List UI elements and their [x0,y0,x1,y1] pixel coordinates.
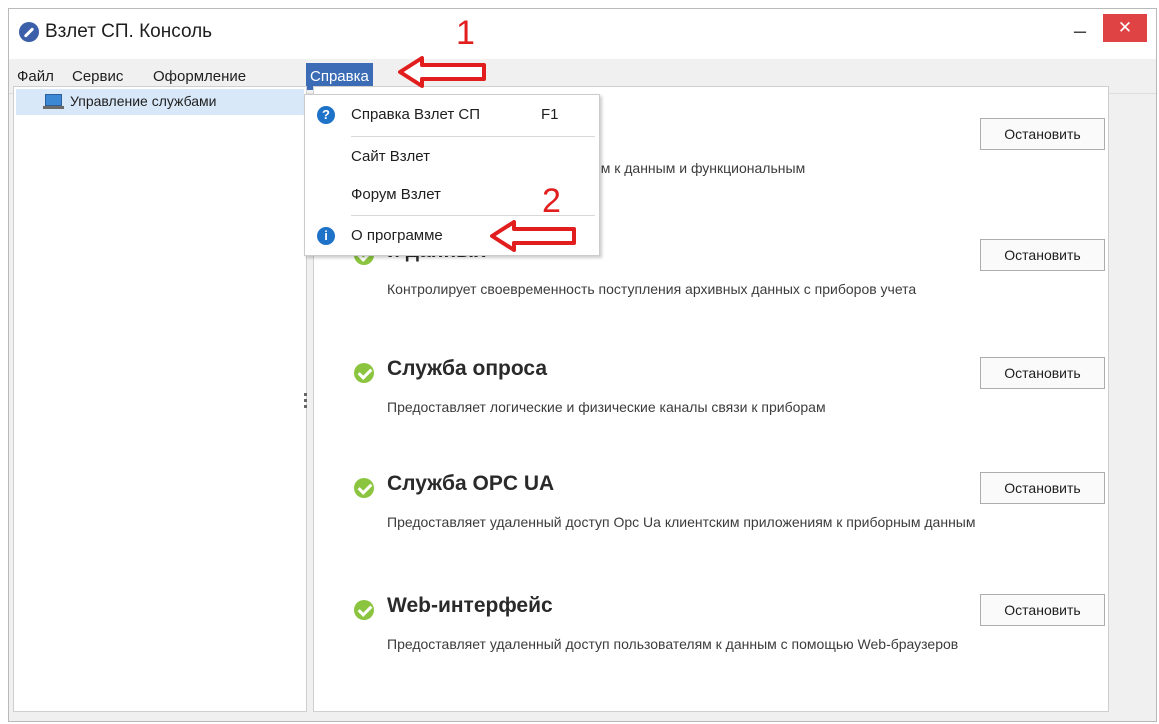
stop-button[interactable]: Остановить [980,239,1105,271]
service-item: Служба опроса Предоставляет логические и… [354,357,1114,447]
close-button[interactable]: ✕ [1103,14,1147,42]
service-title: Служба опроса [387,357,548,380]
question-icon: ? [317,106,335,124]
stop-button[interactable]: Остановить [980,357,1105,389]
annotation-arrow-2-icon [490,220,576,252]
check-circle-icon [354,600,374,620]
shortcut-label: F1 [541,106,559,123]
service-description: Контролирует своевременность поступления… [387,281,917,297]
title-bar[interactable]: Взлет СП. Консоль – ✕ [9,9,1156,59]
navigation-tree: Управление службами [13,86,307,712]
menu-item-help[interactable]: ? Справка Взлет СП F1 [305,99,599,131]
computer-icon [43,94,64,109]
menu-item-label: Сайт Взлет [351,148,430,165]
service-item: Служба OPC UA Предоставляет удаленный до… [354,472,1114,562]
menu-item-site[interactable]: Сайт Взлет [305,141,599,173]
menu-item-label: О программе [351,227,443,244]
annotation-number-2: 2 [542,182,561,220]
service-title: Web-интерфейс [387,594,553,617]
service-item: Web-интерфейс Предоставляет удаленный до… [354,594,1114,684]
tree-item-label: Управление службами [70,93,217,109]
service-title: Служба OPC UA [387,472,555,495]
tree-item-service-management[interactable]: Управление службами [16,89,304,115]
annotation-number-1: 1 [456,14,475,52]
stop-button[interactable]: Остановить [980,118,1105,150]
menu-item-label: Справка Взлет СП [351,106,480,123]
panel-splitter[interactable] [304,390,308,420]
check-circle-icon [354,478,374,498]
check-circle-icon [354,363,374,383]
service-description: Предоставляет логические и физические ка… [387,399,826,415]
service-description: Предоставляет удаленный доступ Opc Ua кл… [387,514,976,530]
info-icon: i [317,227,335,245]
menu-item-label: Форум Взлет [351,186,441,203]
app-logo-icon [19,22,39,42]
annotation-arrow-1-icon [398,56,486,88]
minimize-button[interactable]: – [1066,17,1094,45]
stop-button[interactable]: Остановить [980,594,1105,626]
stop-button[interactable]: Остановить [980,472,1105,504]
window-title: Взлет СП. Консоль [45,21,213,42]
service-description: Предоставляет удаленный доступ пользоват… [387,636,959,652]
menu-separator [351,136,595,137]
